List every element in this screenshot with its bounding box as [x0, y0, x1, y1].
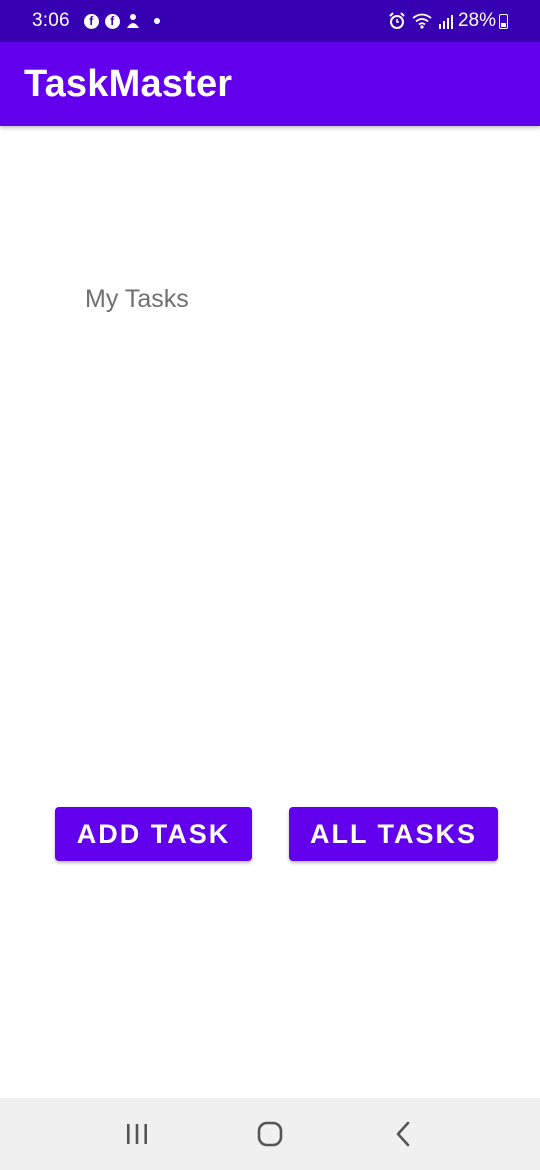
battery-icon — [499, 13, 508, 29]
app-title: TaskMaster — [24, 62, 233, 105]
facebook-icon: f — [83, 13, 99, 29]
battery-percentage: 28% — [457, 10, 496, 31]
home-icon — [257, 1121, 283, 1147]
status-time: 3:06 — [32, 10, 70, 31]
back-button[interactable] — [373, 1104, 433, 1164]
alarm-icon — [388, 12, 406, 30]
home-button[interactable] — [240, 1104, 300, 1164]
app-bar: TaskMaster — [0, 42, 540, 126]
dot-icon — [153, 18, 160, 24]
recents-icon — [126, 1124, 147, 1144]
facebook-icon: f — [104, 13, 120, 29]
page-heading: My Tasks — [85, 285, 189, 313]
signal-icon — [438, 13, 454, 29]
status-bar: 3:06 f f 28% — [0, 0, 540, 42]
all-tasks-button[interactable]: ALL TASKS — [289, 807, 498, 861]
back-icon — [397, 1121, 410, 1147]
system-nav-bar — [0, 1098, 540, 1170]
notification-icon — [126, 13, 140, 29]
wifi-icon — [412, 13, 432, 29]
recents-button[interactable] — [107, 1104, 167, 1164]
status-left: 3:06 f f — [32, 10, 160, 32]
add-task-button[interactable]: ADD TASK — [55, 807, 252, 861]
status-right: 28% — [382, 10, 508, 32]
